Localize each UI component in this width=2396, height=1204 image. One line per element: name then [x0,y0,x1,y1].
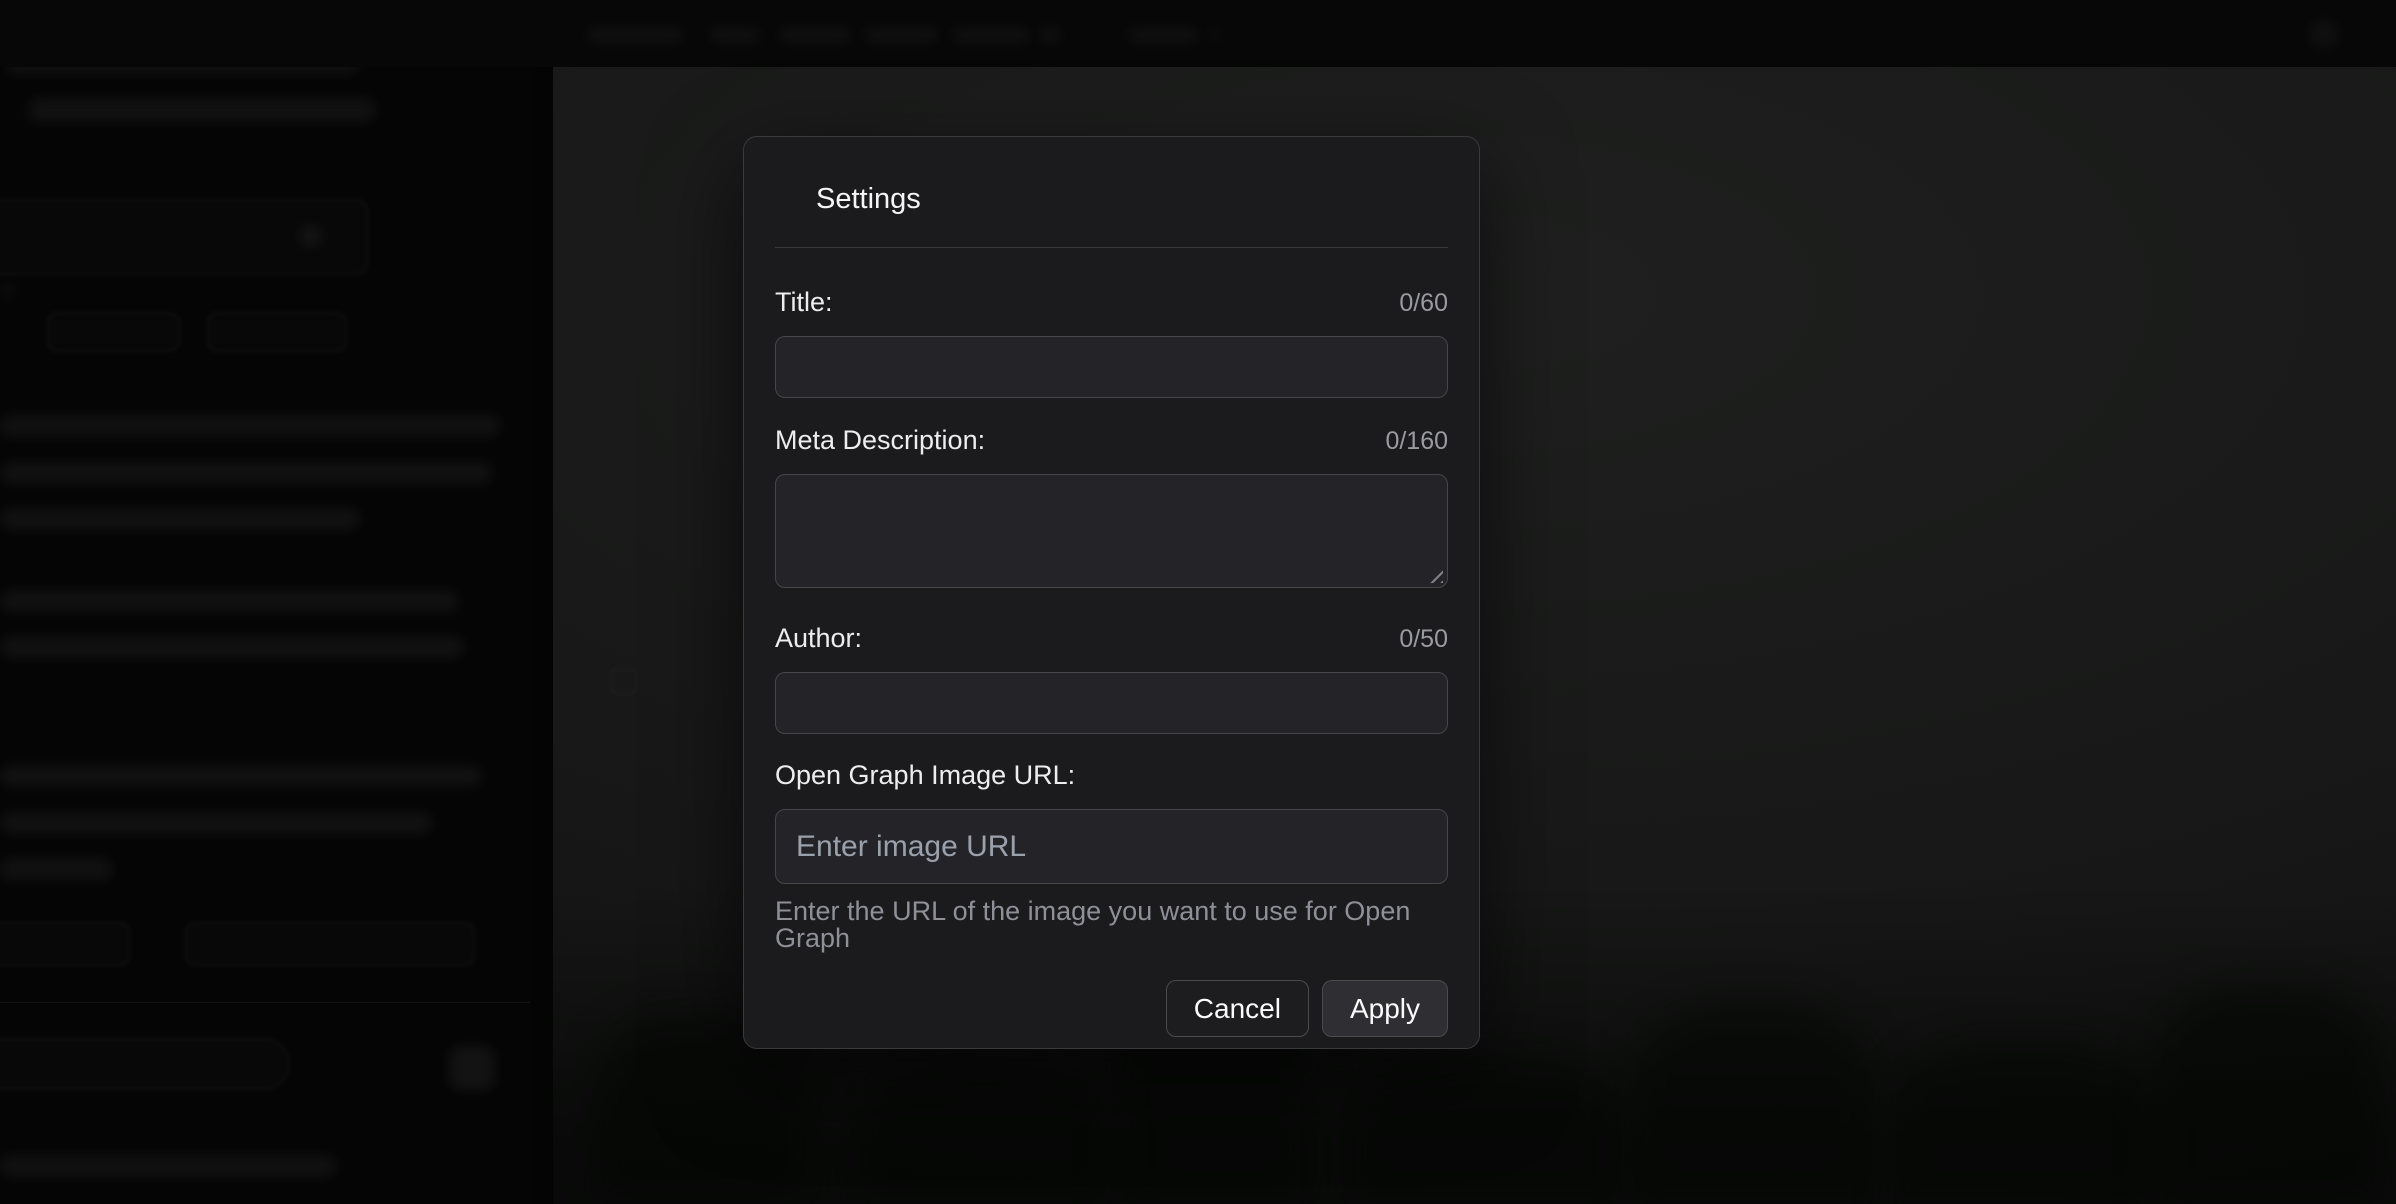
author-char-counter: 0/50 [1399,624,1448,655]
meta-description-textarea[interactable] [775,474,1448,588]
dimmed-nav-item [1127,26,1199,44]
dimmed-text-fragment [0,282,16,298]
og-image-helper-text: Enter the URL of the image you want to u… [775,898,1448,952]
dimmed-toolbar-icon [2310,20,2338,48]
cancel-button[interactable]: Cancel [1166,980,1309,1037]
meta-description-char-counter: 0/160 [1385,426,1448,457]
dimmed-chevron-down-icon [1206,30,1222,40]
dimmed-nav-item [709,26,761,44]
dimmed-manage-knowledge-button [185,922,475,966]
dimmed-text-line [28,98,376,122]
settings-dialog: Settings Title: 0/60 Meta Description: 0… [743,136,1480,1049]
dimmed-button [0,922,130,966]
author-field-header: Author: 0/50 [775,622,1448,655]
dimmed-nav-item [586,26,684,44]
dimmed-text-line [0,462,492,484]
og-image-url-input[interactable] [775,809,1448,884]
dimmed-text-line [0,636,464,658]
meta-description-field-header: Meta Description: 0/160 [775,424,1448,457]
dimmed-canvas-button [47,312,180,352]
title-field-header: Title: 0/60 [775,286,1448,319]
dimmed-text-line [0,415,500,437]
dimmed-nav-item [951,26,1031,44]
dimmed-nav-item [1038,26,1062,44]
dialog-header: Settings [744,137,1479,217]
sidebar-divider [0,1002,530,1003]
dimmed-text-line [0,590,458,612]
dimmed-text-line [0,1155,336,1177]
dimmed-text-line [0,812,432,834]
meta-description-label: Meta Description: [775,424,985,457]
dialog-actions: Cancel Apply [775,980,1448,1037]
title-label: Title: [775,286,833,319]
og-image-field-header: Open Graph Image URL: [775,759,1448,792]
dimmed-send-icon [450,1046,494,1090]
dimmed-text-line [0,858,112,880]
dimmed-chat-input [0,1038,290,1090]
top-navigation-bar [0,0,2396,67]
dimmed-text-line [0,508,360,530]
dimmed-preview-button [207,312,347,352]
author-label: Author: [775,622,862,655]
dialog-title: Settings [816,181,1448,217]
dimmed-grid-icon [611,668,637,694]
header-divider [775,247,1448,248]
title-char-counter: 0/60 [1399,288,1448,319]
author-input[interactable] [775,672,1448,734]
dimmed-text-line [0,765,482,787]
sidebar [0,0,530,1204]
title-input[interactable] [775,336,1448,398]
dimmed-nav-item [778,26,852,44]
dimmed-close-icon [300,225,322,247]
apply-button[interactable]: Apply [1322,980,1448,1037]
og-image-url-label: Open Graph Image URL: [775,759,1075,792]
dimmed-nav-item [863,26,939,44]
